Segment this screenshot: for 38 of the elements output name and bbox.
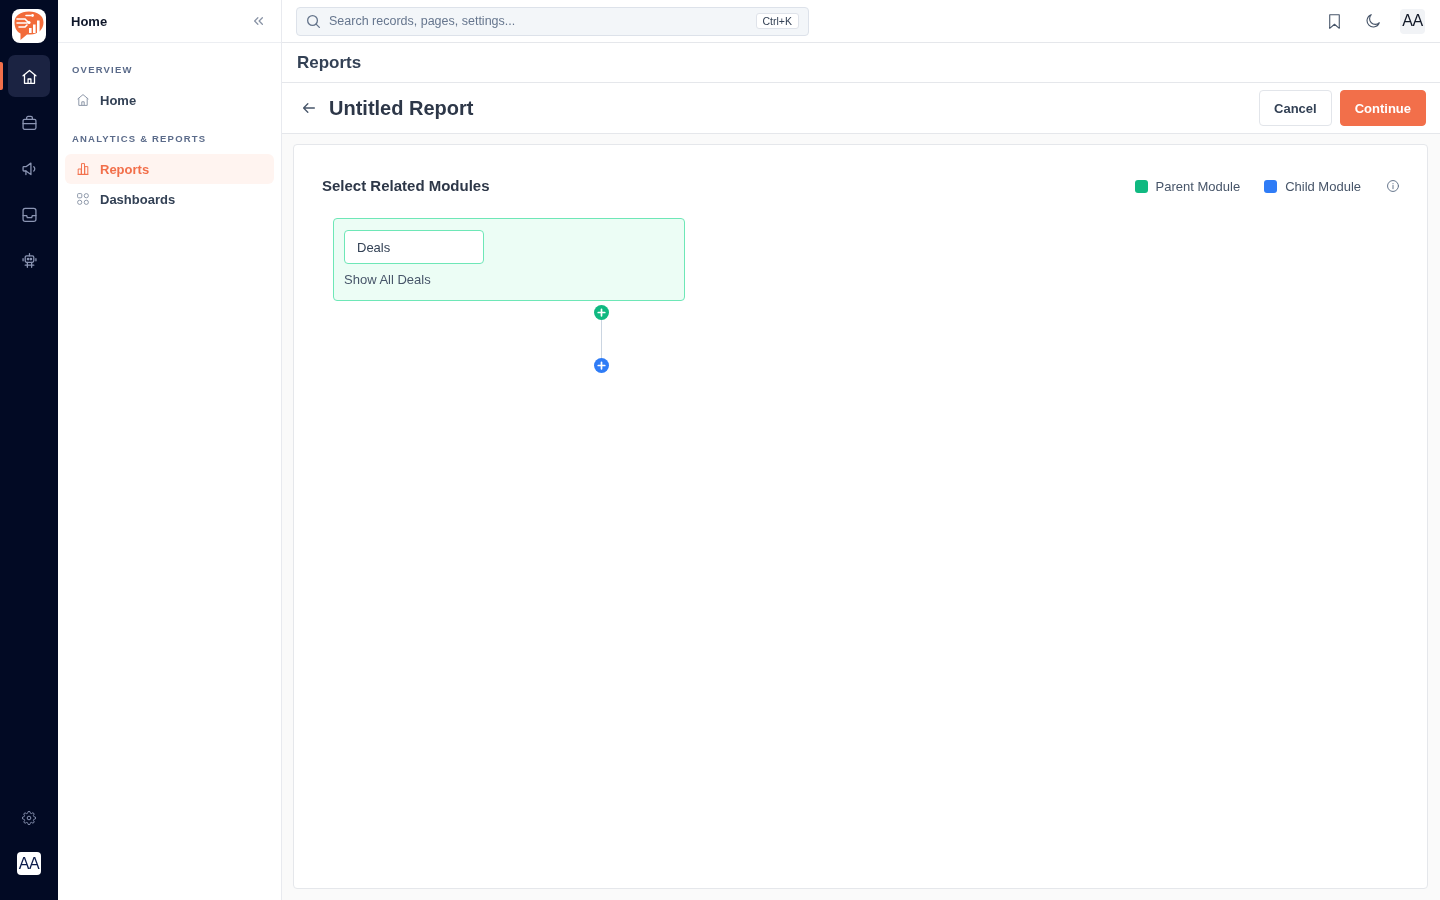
connector-line [601, 320, 602, 358]
robot-icon [21, 252, 37, 268]
back-arrow-icon[interactable] [303, 103, 315, 113]
search-input[interactable]: Search records, pages, settings... [329, 12, 747, 30]
briefcase-icon [21, 114, 37, 130]
bookmark-icon[interactable] [1329, 13, 1340, 29]
app-logo-icon[interactable] [12, 9, 46, 43]
section-heading: OVERVIEW [72, 64, 133, 75]
section-heading: ANALYTICS & REPORTS [72, 133, 207, 144]
user-avatar[interactable]: AA [17, 852, 41, 875]
home-icon [21, 68, 37, 84]
bar-chart-icon [77, 163, 89, 175]
report-title: Untitled Report [329, 96, 474, 120]
grid-icon [77, 193, 89, 205]
search-icon [307, 14, 320, 28]
inbox-icon [21, 206, 37, 222]
module-select[interactable]: Deals [344, 230, 484, 264]
plus-circle-icon[interactable] [594, 305, 609, 320]
home-icon [77, 94, 89, 106]
sidebar-item[interactable]: Home [65, 85, 274, 115]
collapse-icon[interactable] [254, 17, 263, 25]
moon-icon[interactable] [1366, 14, 1380, 28]
search-field[interactable]: Search records, pages, settings... Ctrl+K [296, 6, 809, 36]
cancel-button[interactable]: Cancel [1259, 90, 1332, 126]
megaphone-icon [21, 160, 37, 176]
filter-text: Show All Deals [344, 272, 431, 287]
info-icon[interactable] [1387, 180, 1399, 192]
shortcut-hint: Ctrl+K [755, 13, 799, 29]
legend-label: Child Module [1285, 178, 1361, 194]
sidebar-title: Home [71, 13, 108, 29]
plus-circle-icon[interactable] [594, 358, 609, 373]
nav-button[interactable] [8, 55, 50, 97]
page-title: Reports [297, 52, 362, 73]
legend-label: Parent Module [1155, 178, 1241, 194]
sidebar-item[interactable]: Dashboards [65, 184, 274, 214]
section-title: Select Related Modules [322, 177, 490, 195]
user-avatar[interactable]: AA [1400, 8, 1425, 34]
settings-icon[interactable] [22, 811, 36, 825]
